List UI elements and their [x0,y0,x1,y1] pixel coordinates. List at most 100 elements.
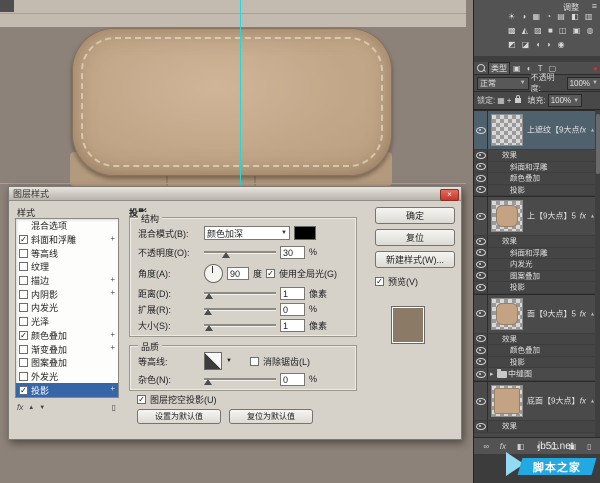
adjustment-icons-row[interactable]: ◩ ◪ ◖ ◗ ◉ [508,40,567,49]
filter-type-dropdown[interactable]: 类型 [488,62,510,75]
visibility-toggle[interactable] [474,111,488,149]
add-instance-icon[interactable]: + [110,288,115,297]
lock-all-icon[interactable] [515,98,521,103]
lock-transparency-icon[interactable]: ▦ [497,96,505,105]
collapse-effects-icon[interactable]: ▴ [591,213,594,220]
visibility-toggle[interactable] [474,185,488,196]
layer-thumbnail[interactable] [491,385,523,417]
visibility-toggle[interactable] [474,421,488,432]
style-checkbox[interactable] [19,290,28,299]
layer-thumbnail[interactable] [491,114,523,146]
move-down-icon[interactable]: ▼ [39,405,45,411]
visibility-toggle[interactable] [474,259,488,270]
style-checkbox[interactable] [19,358,28,367]
angle-dial[interactable] [204,264,223,283]
style-list-item[interactable]: 渐变叠加 + [16,342,118,356]
layer-row[interactable]: 图案叠加 [474,271,595,283]
layer-name[interactable]: 效果 [502,333,517,344]
dialog-titlebar[interactable]: 图层样式 × [9,187,461,201]
chevron-down-icon[interactable]: ▼ [226,358,232,364]
add-instance-icon[interactable]: + [110,330,115,339]
layer-name[interactable]: 面【9大点】5 [527,308,576,319]
contour-thumbnail[interactable] [204,352,222,370]
lock-position-icon[interactable]: + [507,96,512,105]
style-list-item[interactable]: ✓ 斜面和浮雕 + [16,233,118,247]
spread-slider[interactable] [204,303,276,315]
visibility-toggle[interactable] [474,271,488,282]
adjustment-icons-row[interactable]: ▩ ◭ ▨ ■ ◫ ▣ ◍ [508,26,596,35]
layer-row[interactable]: 斜面和浮雕 [474,162,595,174]
opacity-dropdown[interactable]: 100% ▼ [567,77,600,90]
blend-mode-dropdown[interactable]: 正常 ▼ [477,77,529,90]
slider-handle[interactable] [204,379,212,385]
angle-input[interactable]: 90 [227,267,249,280]
style-list-item[interactable]: 内发光 [16,301,118,315]
layer-name[interactable]: 斜面和浮雕 [510,161,548,172]
layer-row[interactable]: 上遮纹【9大点... fx ▴ [474,110,595,150]
add-instance-icon[interactable]: + [110,275,115,284]
antialias-checkbox[interactable] [250,357,259,366]
move-up-icon[interactable]: ▲ [28,405,34,411]
style-checkbox[interactable] [19,345,28,354]
visibility-toggle[interactable] [474,357,488,368]
layer-name[interactable]: 投影 [510,356,525,367]
layer-name[interactable]: 斜面和浮雕 [510,247,548,258]
slider-handle[interactable] [222,252,230,258]
layer-name[interactable]: 效果 [502,236,517,247]
new-style-button[interactable]: 新建样式(W)... [375,251,455,268]
visibility-toggle[interactable] [474,282,488,293]
slider-handle[interactable] [205,293,213,299]
style-list-item[interactable]: 光泽 [16,315,118,329]
visibility-toggle[interactable] [474,382,488,420]
filter-toggle-icon[interactable]: ● [593,64,598,73]
layer-row[interactable]: 效果 [474,236,595,248]
fx-menu-icon[interactable]: fx [17,403,23,412]
fx-badge[interactable]: fx [580,309,586,318]
slider-handle[interactable] [204,309,212,315]
add-instance-icon[interactable]: + [110,234,115,243]
layer-name[interactable]: 图案叠加 [510,270,540,281]
layer-name[interactable]: 上遮纹【9大点... [527,125,579,136]
layer-row[interactable]: 效果 [474,421,595,433]
layer-row[interactable]: 斜面和浮雕 [474,248,595,260]
ok-button[interactable]: 确定 [375,207,455,224]
layer-row[interactable]: 投影 [474,185,595,197]
style-list-item[interactable]: 混合选项 [16,219,118,233]
layer-name[interactable]: 内发光 [510,259,533,270]
shadow-color-swatch[interactable] [294,226,316,240]
style-checkbox[interactable] [19,249,28,258]
visibility-toggle[interactable] [474,334,488,345]
visibility-toggle[interactable] [474,368,488,380]
panel-menu-icon[interactable]: ≡ [592,1,597,11]
style-list-item[interactable]: 描边 + [16,274,118,288]
layer-name[interactable]: 底面【9大点】5 [527,396,579,407]
collapse-effects-icon[interactable]: ▴ [591,127,594,134]
style-checkbox[interactable]: ✓ [19,331,28,340]
distance-input[interactable]: 1 [280,287,305,300]
style-checkbox[interactable] [19,372,28,381]
fx-badge[interactable]: fx [580,397,586,406]
opacity-input[interactable]: 30 [280,246,305,259]
layers-scrollbar[interactable] [595,110,600,437]
reset-button[interactable]: 复位 [375,229,455,246]
knockout-checkbox[interactable]: ✓ [137,395,146,404]
style-list-item[interactable]: ✓ 颜色叠加 + [16,329,118,343]
slider-handle[interactable] [205,325,213,331]
style-checkbox[interactable]: ✓ [19,386,28,395]
blend-mode-select[interactable]: 颜色加深 ▼ [204,226,290,240]
style-list-item[interactable]: ✓ 投影 + [16,383,118,397]
layer-thumbnail[interactable] [491,298,523,330]
layer-name[interactable]: 投影 [510,282,525,293]
group-expand-icon[interactable]: ▸ [490,370,494,378]
scrollbar-thumb[interactable] [596,114,600,174]
visibility-toggle[interactable] [474,173,488,184]
layer-name[interactable]: 效果 [502,150,517,161]
layer-name[interactable]: 颜色叠加 [510,173,540,184]
visibility-toggle[interactable] [474,295,488,333]
visibility-toggle[interactable] [474,345,488,356]
layer-row[interactable]: 内发光 [474,259,595,271]
size-input[interactable]: 1 [280,319,305,332]
set-default-button[interactable]: 设置为默认值 [137,409,221,424]
distance-slider[interactable] [204,287,276,299]
noise-slider[interactable] [204,373,276,385]
